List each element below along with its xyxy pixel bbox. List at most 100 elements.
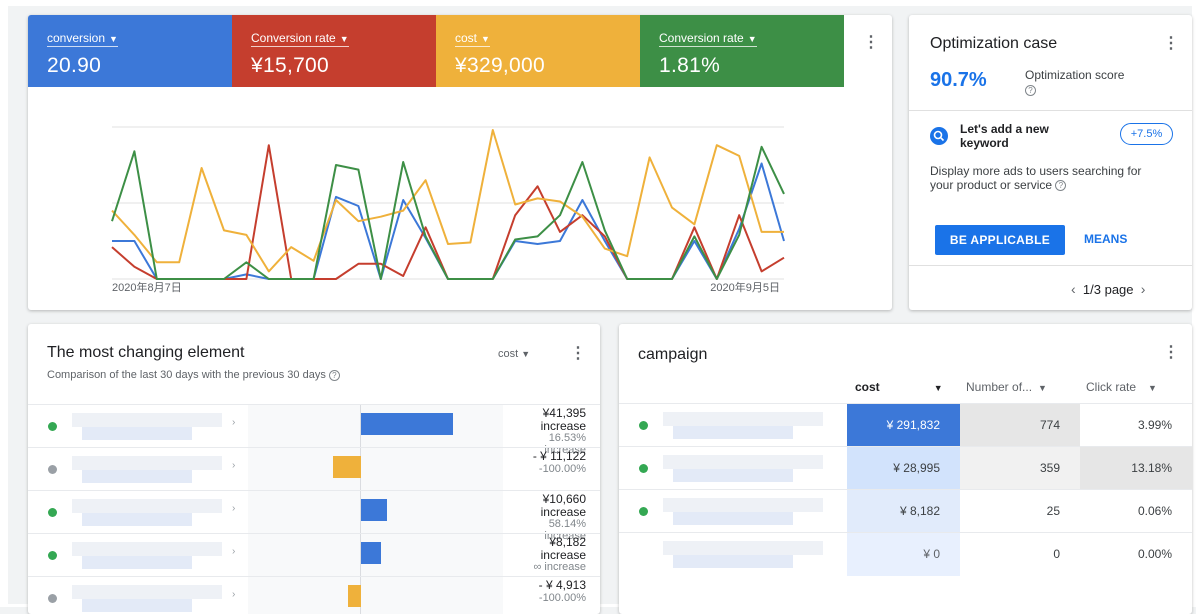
divider: [909, 265, 1192, 266]
status-dot-icon: [639, 464, 648, 473]
changing-element-row[interactable]: › - ¥ 11,122-100.00%: [28, 447, 600, 490]
chevron-right-icon[interactable]: ›: [232, 460, 235, 471]
metric-select-dropdown[interactable]: cost ▼: [498, 348, 530, 360]
change-direction: increase: [503, 549, 586, 561]
change-percent: 58.14%: [503, 518, 586, 530]
help-icon[interactable]: ?: [329, 370, 340, 381]
chart-series-line-3: [112, 130, 784, 271]
redacted-element-detail: [82, 470, 192, 483]
metric-value: 1.81%: [659, 54, 844, 78]
change-percent: -100.00%: [503, 463, 586, 475]
change-amount: ¥10,660: [503, 491, 586, 506]
redacted-element-detail: [82, 556, 192, 569]
recommendation-description: Display more ads to users searching for …: [930, 164, 1145, 192]
changing-element-row[interactable]: › ¥41,395increase16.53%increase: [28, 404, 600, 447]
chevron-right-icon[interactable]: ›: [232, 589, 235, 600]
most-changing-element-card: The most changing element Comparison of …: [28, 324, 600, 614]
column-header-number[interactable]: Number of...▼: [966, 380, 1047, 394]
help-icon[interactable]: ?: [1055, 180, 1066, 191]
metric-value: ¥15,700: [251, 54, 436, 78]
changing-element-row[interactable]: › ¥10,660increase58.14%increase: [28, 490, 600, 533]
column-header-label: Click rate: [1086, 380, 1136, 394]
number-cell: 25: [960, 490, 1080, 533]
metric-label: Conversion rate: [659, 31, 744, 45]
change-amount: - ¥ 4,913: [503, 577, 586, 592]
redacted-element-name: [72, 456, 222, 470]
changing-element-row[interactable]: › ¥8,182increase∞ increase: [28, 533, 600, 576]
redacted-element-name: [72, 413, 222, 427]
change-values: ¥10,660increase58.14%increase: [503, 491, 600, 534]
redacted-campaign-detail: [673, 555, 793, 568]
redacted-campaign-name: [663, 455, 823, 469]
click-rate-cell: 3.99%: [1080, 404, 1192, 447]
cost-cell: ¥ 28,995: [847, 447, 960, 490]
change-percent-direction: ∞ increase: [503, 561, 586, 573]
change-amount: ¥41,395: [503, 405, 586, 420]
changing-element-row[interactable]: › - ¥ 4,913-100.00%: [28, 576, 600, 614]
optimization-score: 90.7%: [930, 69, 987, 92]
performance-line-chart: 2020年8月7日 2020年9月5日: [28, 87, 892, 310]
redacted-campaign-detail: [673, 426, 793, 439]
column-header-cost[interactable]: cost▼: [855, 380, 943, 394]
chevron-right-icon[interactable]: ›: [232, 503, 235, 514]
more-options-icon[interactable]: ⋮: [1163, 36, 1179, 52]
recommendation-description-text: Display more ads to users searching for …: [930, 164, 1141, 192]
page-indicator: 1/3 page: [1083, 282, 1134, 297]
frame-left: [0, 0, 8, 607]
changing-element-subtitle: Comparison of the last 30 days with the …: [47, 369, 340, 381]
click-rate-cell: 0.06%: [1080, 490, 1192, 533]
means-button[interactable]: MEANS: [1084, 232, 1127, 246]
chart-series-group: [112, 130, 784, 279]
change-bar: [361, 413, 453, 435]
chevron-right-icon[interactable]: ›: [232, 546, 235, 557]
metric-tile-conversion[interactable]: conversion▼ 20.90: [28, 15, 232, 87]
apply-button[interactable]: BE APPLICABLE: [935, 225, 1065, 255]
status-dot-icon: [48, 465, 57, 474]
change-bar: [361, 542, 381, 564]
metric-tile-conversion-rate-2[interactable]: Conversion rate▼ 1.81%: [640, 15, 844, 87]
change-bar: [361, 499, 387, 521]
column-header-click-rate[interactable]: Click rate▼: [1086, 380, 1157, 394]
campaign-row[interactable]: ¥ 28,99535913.18%: [619, 446, 1192, 489]
changing-element-title: The most changing element: [47, 344, 244, 362]
pagination: ‹ 1/3 page ›: [1071, 281, 1145, 297]
search-icon: [930, 127, 948, 145]
redacted-campaign-detail: [673, 512, 793, 525]
campaign-row[interactable]: ¥ 291,8327743.99%: [619, 403, 1192, 446]
metric-tile-cost[interactable]: cost▼ ¥329,000: [436, 15, 640, 87]
chevron-right-icon[interactable]: ›: [232, 417, 235, 428]
change-bar-zone: [248, 577, 503, 614]
changing-element-subtitle-text: Comparison of the last 30 days with the …: [47, 369, 326, 381]
metric-selector[interactable]: conversion▼: [47, 31, 118, 47]
help-icon[interactable]: ?: [1025, 85, 1036, 96]
more-options-icon[interactable]: ⋮: [863, 35, 879, 51]
metric-selector[interactable]: Conversion rate▼: [251, 31, 349, 47]
more-options-icon[interactable]: ⋮: [1163, 345, 1179, 361]
optimization-card: Optimization case ⋮ 90.7% Optimization s…: [909, 15, 1192, 310]
change-values: - ¥ 11,122-100.00%: [503, 448, 600, 491]
cost-cell: ¥ 291,832: [847, 404, 960, 447]
metric-selector[interactable]: Conversion rate▼: [659, 31, 757, 47]
number-cell: 774: [960, 404, 1080, 447]
change-values: ¥41,395increase16.53%increase: [503, 405, 600, 448]
performance-chart-card: conversion▼ 20.90 Conversion rate▼ ¥15,7…: [28, 15, 892, 310]
metric-tile-conversion-rate[interactable]: Conversion rate▼ ¥15,700: [232, 15, 436, 87]
campaign-row[interactable]: ¥ 000.00%: [619, 532, 1192, 575]
redacted-element-name: [72, 585, 222, 599]
chevron-right-icon[interactable]: ›: [1141, 281, 1146, 297]
dropdown-caret-icon: ▼: [521, 349, 530, 359]
change-amount: ¥8,182: [503, 534, 586, 549]
more-options-icon[interactable]: ⋮: [570, 346, 586, 362]
metric-selector[interactable]: cost▼: [455, 31, 490, 47]
column-header-label: cost: [855, 380, 880, 394]
change-values: - ¥ 4,913-100.00%: [503, 577, 600, 614]
chevron-left-icon[interactable]: ‹: [1071, 281, 1076, 297]
change-percent: -100.00%: [503, 592, 586, 604]
metric-select-value: cost: [498, 348, 518, 360]
divider: [909, 110, 1192, 111]
metric-label: cost: [455, 31, 477, 45]
campaign-row[interactable]: ¥ 8,182250.06%: [619, 489, 1192, 532]
change-bar: [348, 585, 361, 607]
redacted-element-detail: [82, 513, 192, 526]
change-percent: 16.53%: [503, 432, 586, 444]
